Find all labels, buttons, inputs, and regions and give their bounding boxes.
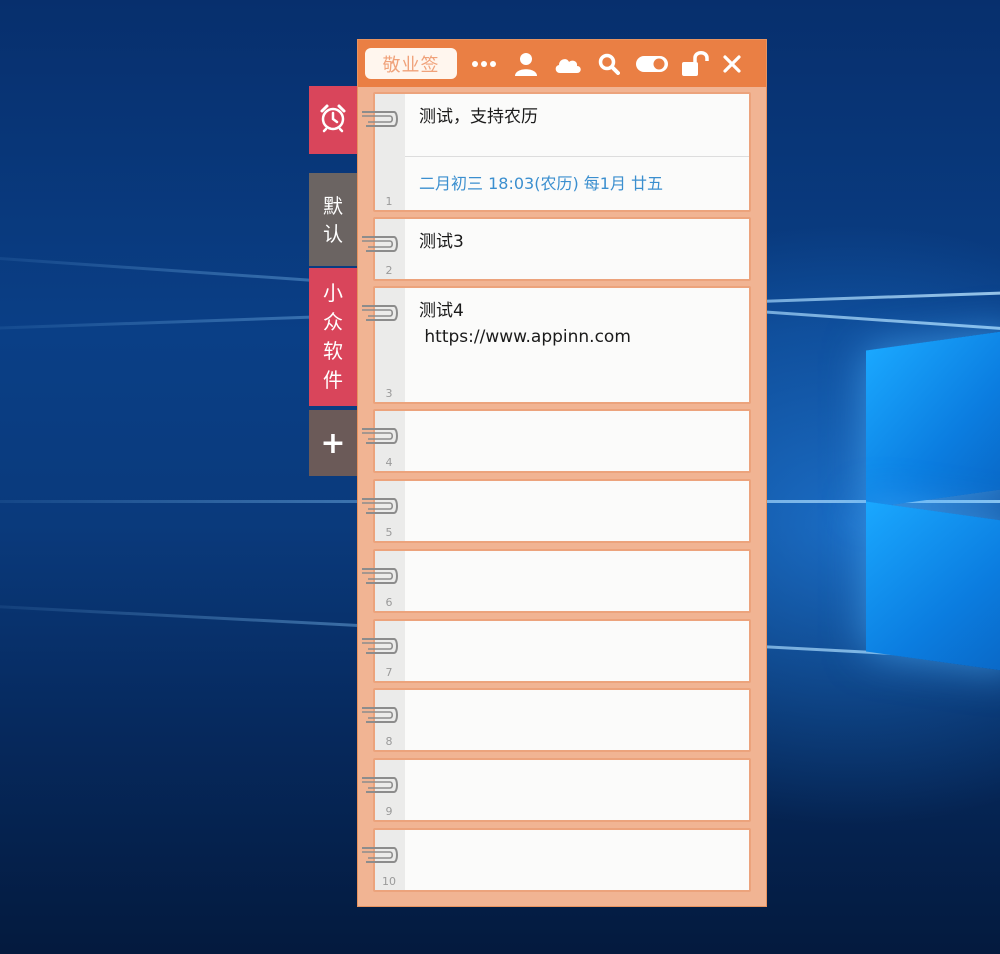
note-number: 3 [385, 387, 393, 400]
note-number: 2 [385, 264, 393, 277]
note-item[interactable]: 4 [362, 409, 751, 473]
category-tab-label: 众 [323, 310, 343, 334]
note-number: 6 [385, 596, 393, 609]
note-item[interactable]: 7 [362, 619, 751, 683]
reminder-text: 二月初三 18:03(农历) 每1月 廿五 [419, 174, 664, 193]
category-tab-appinn[interactable]: 小 众 软 件 [309, 268, 357, 406]
category-tab-default[interactable]: 默 认 [309, 173, 357, 266]
note-item[interactable]: 8 [362, 688, 751, 752]
note-item[interactable]: 6 [362, 549, 751, 613]
paper-clip-icon [362, 707, 398, 723]
note-number: 1 [385, 195, 393, 208]
note-number: 8 [385, 735, 393, 748]
sticky-note-window: 敬业签 测试，支持农历 二月初三 18:03(农历) 每1月 廿五 1 测试3 … [357, 39, 767, 907]
note-text[interactable]: 测试3 [419, 229, 741, 255]
paper-clip-icon [362, 236, 398, 252]
note-number: 5 [385, 526, 393, 539]
close-icon[interactable] [721, 54, 743, 73]
title-bar[interactable]: 敬业签 [358, 40, 766, 87]
category-tab-label: 认 [323, 221, 343, 246]
window-logo-pane [866, 329, 1000, 509]
note-item[interactable]: 5 [362, 479, 751, 543]
note-text[interactable]: 测试4 https://www.appinn.com [419, 298, 741, 350]
note-item[interactable]: 测试4 https://www.appinn.com 3 [362, 286, 751, 404]
app-title: 敬业签 [365, 48, 457, 79]
category-tab-label: 小 [323, 281, 343, 305]
category-tab-label: 默 [323, 193, 343, 218]
paper-clip-icon [362, 498, 398, 514]
paper-clip-icon [362, 428, 398, 444]
window-logo-pane [866, 501, 1000, 673]
note-number: 10 [382, 875, 396, 888]
note-text[interactable]: 测试，支持农历 [419, 104, 741, 130]
note-number: 4 [385, 456, 393, 469]
paper-clip-icon [362, 568, 398, 584]
add-category-button[interactable]: + [309, 410, 357, 476]
paper-clip-icon [362, 638, 398, 654]
note-number: 7 [385, 666, 393, 679]
plus-icon: + [320, 425, 346, 461]
category-tab-label: 软 [323, 339, 343, 363]
toggle-icon[interactable] [635, 55, 669, 73]
user-icon[interactable] [513, 51, 539, 77]
note-item[interactable]: 测试，支持农历 二月初三 18:03(农历) 每1月 廿五 1 [362, 92, 751, 212]
search-icon[interactable] [597, 53, 621, 75]
cloud-icon[interactable] [553, 54, 583, 74]
note-item[interactable]: 9 [362, 758, 751, 822]
more-icon[interactable] [469, 60, 499, 68]
note-item[interactable]: 测试3 2 [362, 217, 751, 281]
note-number: 9 [385, 805, 393, 818]
alarm-clock-icon [318, 103, 348, 137]
alarm-tab[interactable] [309, 86, 357, 154]
category-tab-label: 件 [323, 368, 343, 392]
paper-clip-icon [362, 305, 398, 321]
unlock-icon[interactable] [681, 50, 709, 77]
note-item[interactable]: 10 [362, 828, 751, 892]
paper-clip-icon [362, 847, 398, 863]
note-divider [405, 156, 749, 157]
paper-clip-icon [362, 777, 398, 793]
paper-clip-icon [362, 111, 398, 127]
